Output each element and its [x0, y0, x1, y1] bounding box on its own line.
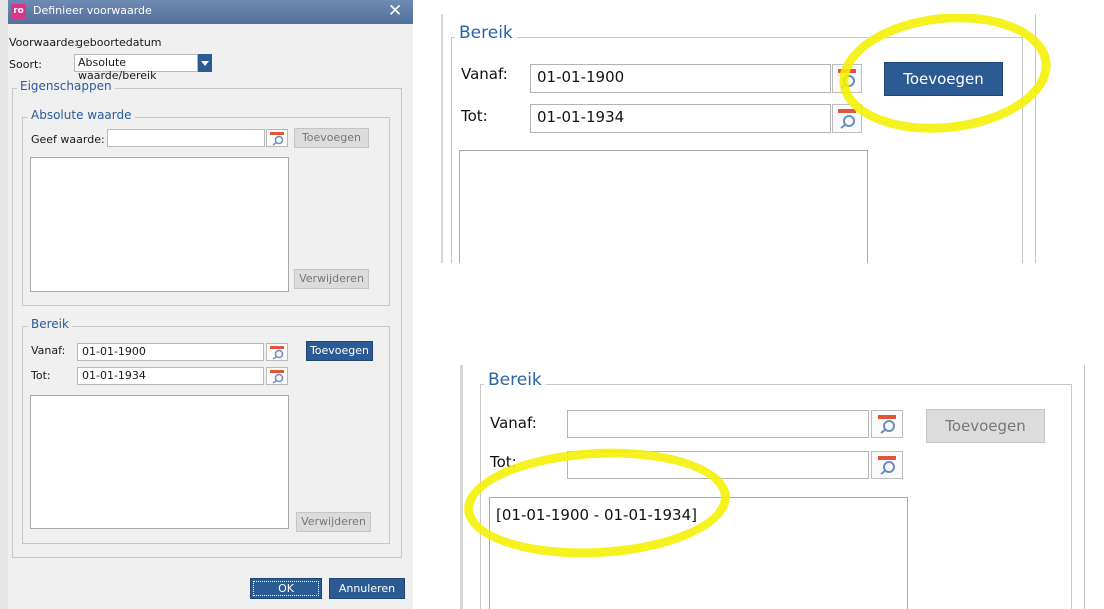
calendar-search-icon — [270, 346, 284, 360]
geef-waarde-lookup-button[interactable] — [266, 129, 288, 147]
vanaf-label-zoom: Vanaf: — [461, 65, 508, 83]
zoom-panel-bottom: Bereik Vanaf: Toevoegen Tot: [01-01-1900… — [460, 365, 1104, 609]
bereik-list-zoom[interactable] — [459, 150, 868, 263]
background-strip — [0, 0, 8, 609]
bereik-verwijderen-button[interactable]: Verwijderen — [296, 512, 371, 532]
zoom-panel-top: Bereik Vanaf: 01-01-1900 Toevoegen Tot: … — [441, 14, 1056, 263]
bereik-legend: Bereik — [28, 317, 72, 331]
bereik-toevoegen-button[interactable]: Toevoegen — [306, 341, 373, 361]
panel-divider — [1084, 365, 1085, 609]
panel-edge — [460, 365, 463, 609]
soort-dropdown-button[interactable] — [198, 54, 212, 72]
tot-input[interactable]: 01-01-1934 — [77, 367, 264, 385]
tot-label-zoom: Tot: — [461, 107, 488, 125]
soort-select[interactable]: Absolute waarde/bereik — [74, 54, 198, 82]
vanaf-input-zoom[interactable]: 01-01-1900 — [530, 64, 831, 93]
soort-label: Soort: — [9, 58, 42, 71]
absolute-waarde-legend: Absolute waarde — [28, 108, 135, 122]
dialog-title: Definieer voorwaarde — [33, 4, 152, 17]
tot-label: Tot: — [31, 369, 51, 382]
vanaf-input[interactable]: 01-01-1900 — [77, 343, 264, 361]
bereik-list[interactable] — [30, 395, 289, 529]
panel-edge — [441, 14, 443, 263]
bereik-legend-zoom-bottom: Bereik — [484, 370, 546, 390]
eigenschappen-legend: Eigenschappen — [17, 79, 115, 93]
annuleren-button[interactable]: Annuleren — [329, 578, 405, 599]
toevoegen-button-zoom-bottom[interactable]: Toevoegen — [926, 409, 1045, 443]
absolute-waarde-list[interactable] — [30, 157, 289, 292]
app-icon: ro — [11, 4, 26, 19]
vanaf-lookup-button[interactable] — [266, 343, 288, 361]
vanaf-input-zoom-bottom[interactable] — [567, 410, 869, 438]
absolute-toevoegen-button[interactable]: Toevoegen — [294, 128, 369, 148]
geef-waarde-label: Geef waarde: — [31, 133, 105, 146]
tot-input-zoom[interactable]: 01-01-1934 — [530, 104, 831, 133]
chevron-down-icon — [201, 61, 209, 66]
calendar-search-icon — [270, 370, 284, 384]
voorwaarde-value: geboortedatum — [76, 36, 162, 49]
vanaf-label-zoom-bottom: Vanaf: — [490, 414, 537, 432]
bereik-legend-zoom: Bereik — [455, 23, 517, 43]
calendar-search-icon — [878, 456, 896, 475]
calendar-search-icon — [270, 132, 284, 146]
vanaf-label: Vanaf: — [31, 344, 66, 357]
voorwaarde-label: Voorwaarde: — [9, 36, 78, 49]
ok-button[interactable]: OK — [250, 578, 322, 599]
close-icon[interactable]: ✕ — [388, 1, 402, 21]
tot-lookup-button[interactable] — [266, 367, 288, 385]
absolute-verwijderen-button[interactable]: Verwijderen — [294, 269, 369, 289]
tot-lookup-button-zoom-bottom[interactable] — [871, 451, 903, 479]
geef-waarde-input[interactable] — [107, 129, 265, 147]
calendar-search-icon — [878, 415, 896, 434]
vanaf-lookup-button-zoom-bottom[interactable] — [871, 410, 903, 438]
